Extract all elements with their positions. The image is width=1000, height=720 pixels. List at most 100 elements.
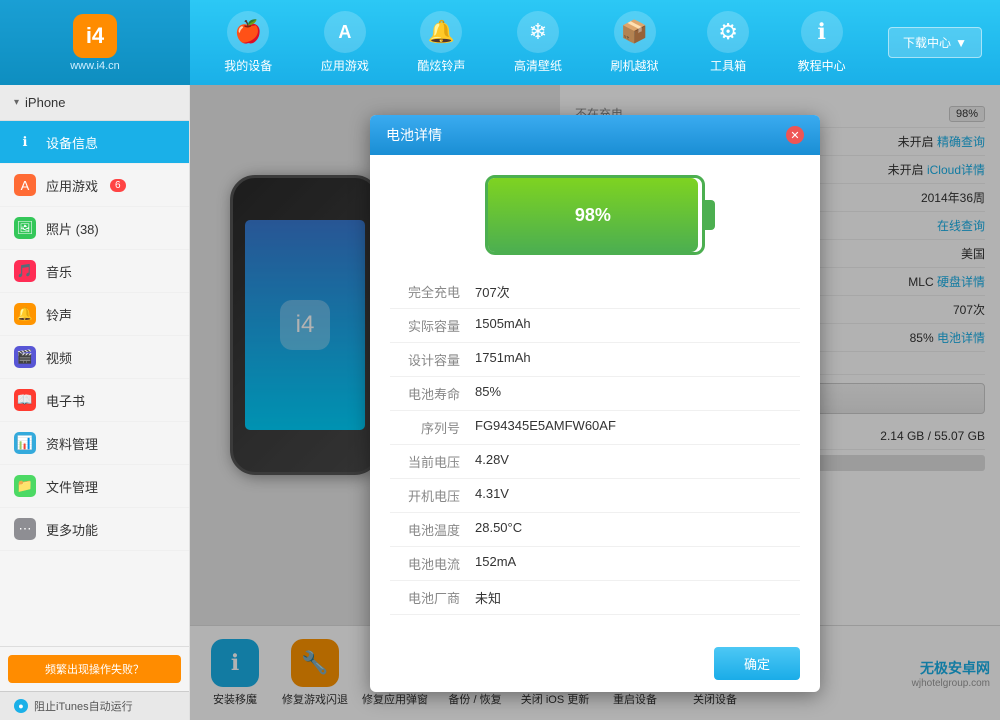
sidebar-item-data[interactable]: 📊 资料管理 — [0, 422, 189, 465]
nav-icon-tutorial: ℹ — [801, 11, 843, 53]
mfr-value: 未知 — [475, 588, 501, 607]
nav-icon-wallpaper: ❄ — [517, 11, 559, 53]
nav-label-tools: 工具箱 — [710, 57, 746, 74]
modal-overlay: 电池详情 ✕ 98% 完全充电 — [190, 85, 1000, 720]
nav-item-apps[interactable]: A 应用游戏 — [321, 11, 369, 74]
nav-icon-apps: A — [324, 11, 366, 53]
info-icon: ℹ — [14, 131, 36, 153]
sidebar-label-files: 文件管理 — [46, 477, 98, 496]
video-icon: 🎬 — [14, 346, 36, 368]
modal-footer: 确定 — [370, 635, 820, 692]
temp-label: 电池温度 — [395, 520, 475, 539]
ebook-icon: 📖 — [14, 389, 36, 411]
sidebar-label-apps: 应用游戏 — [46, 176, 98, 195]
nav-icon-tools: ⚙ — [707, 11, 749, 53]
nav-label-mydevice: 我的设备 — [224, 57, 272, 74]
modal-title: 电池详情 — [386, 125, 442, 145]
chevron-down-icon: ▾ — [14, 97, 19, 108]
modal-row-current: 电池电流 152mA — [390, 547, 800, 581]
logo-icon: i4 — [73, 14, 117, 58]
nav-label-jailbreak: 刷机越狱 — [611, 57, 659, 74]
header-right: 下载中心 ▼ — [880, 27, 1000, 58]
nav-label-wallpaper: 高清壁纸 — [514, 57, 562, 74]
battery-fill: 98% — [488, 178, 698, 252]
sidebar-menu: ℹ 设备信息 A 应用游戏 6 🖼 照片 (38) 🎵 音乐 🔔 铃声 🎬 — [0, 121, 189, 646]
sidebar-label-photos: 照片 (38) — [46, 219, 99, 238]
sidebar-item-photos[interactable]: 🖼 照片 (38) — [0, 207, 189, 250]
header: i4 www.i4.cn 🍎 我的设备 A 应用游戏 🔔 酷炫铃声 ❄ 高清壁纸… — [0, 0, 1000, 85]
download-icon: ▼ — [955, 36, 967, 50]
battery-outer: 98% — [485, 175, 705, 255]
photos-icon: 🖼 — [14, 217, 36, 239]
modal-row-design: 设计容量 1751mAh — [390, 343, 800, 377]
modal-row-voltage: 当前电压 4.28V — [390, 445, 800, 479]
modal-row-bootvoltage: 开机电压 4.31V — [390, 479, 800, 513]
nav-bar: 🍎 我的设备 A 应用游戏 🔔 酷炫铃声 ❄ 高清壁纸 📦 刷机越狱 ⚙ 工具箱… — [190, 0, 880, 85]
nav-label-apps: 应用游戏 — [321, 57, 369, 74]
sidebar-item-apps[interactable]: A 应用游戏 6 — [0, 164, 189, 207]
current-label: 电池电流 — [395, 554, 475, 573]
current-value: 152mA — [475, 554, 516, 573]
sidebar-item-music[interactable]: 🎵 音乐 — [0, 250, 189, 293]
main-container: ▾ iPhone ℹ 设备信息 A 应用游戏 6 🖼 照片 (38) 🎵 音乐 — [0, 85, 1000, 720]
sidebar-item-more[interactable]: ⋯ 更多功能 — [0, 508, 189, 551]
freq-btn[interactable]: 频繁出现操作失败？ — [8, 655, 181, 683]
sidebar-label-data: 资料管理 — [46, 434, 98, 453]
nav-item-tools[interactable]: ⚙ 工具箱 — [707, 11, 749, 74]
itunes-dot: ● — [14, 699, 28, 713]
sidebar: ▾ iPhone ℹ 设备信息 A 应用游戏 6 🖼 照片 (38) 🎵 音乐 — [0, 85, 190, 720]
battery-visual: 98% — [390, 175, 800, 255]
sidebar-item-deviceinfo[interactable]: ℹ 设备信息 — [0, 121, 189, 164]
download-button[interactable]: 下载中心 ▼ — [888, 27, 982, 58]
modal-header: 电池详情 ✕ — [370, 115, 820, 155]
actual-label: 实际容量 — [395, 316, 475, 335]
nav-item-wallpaper[interactable]: ❄ 高清壁纸 — [514, 11, 562, 74]
download-label: 下载中心 — [903, 34, 951, 51]
voltage-value: 4.28V — [475, 452, 509, 471]
nav-item-mydevice[interactable]: 🍎 我的设备 — [224, 11, 272, 74]
modal-body: 98% 完全充电 707次 实际容量 1505mAh — [370, 155, 820, 635]
nav-item-tutorial[interactable]: ℹ 教程中心 — [798, 11, 846, 74]
sidebar-item-files[interactable]: 📁 文件管理 — [0, 465, 189, 508]
sidebar-device-header: ▾ iPhone — [0, 85, 189, 121]
itunes-label: 阻止iTunes自动运行 — [34, 698, 133, 714]
sidebar-label-music: 音乐 — [46, 262, 72, 281]
battery-tip — [705, 200, 715, 230]
mfr-label: 电池厂商 — [395, 588, 475, 607]
ringtone-icon: 🔔 — [14, 303, 36, 325]
sidebar-item-ringtone[interactable]: 🔔 铃声 — [0, 293, 189, 336]
nav-item-ringtone[interactable]: 🔔 酷炫铃声 — [417, 11, 465, 74]
content-area: i4 不在充电 98% Apple ID锁 未开启 精确查询 iCloud 未开… — [190, 85, 1000, 720]
more-icon: ⋯ — [14, 518, 36, 540]
modal-row-serial: 序列号 FG94345E5AMFW60AF — [390, 411, 800, 445]
sidebar-item-video[interactable]: 🎬 视频 — [0, 336, 189, 379]
modal-close-button[interactable]: ✕ — [786, 126, 804, 144]
modal-table: 完全充电 707次 实际容量 1505mAh 设计容量 1751mAh 电池 — [390, 275, 800, 615]
life-value: 85% — [475, 384, 501, 403]
confirm-button[interactable]: 确定 — [714, 647, 800, 680]
modal-row-temp: 电池温度 28.50°C — [390, 513, 800, 547]
sidebar-bottom: 频繁出现操作失败？ — [0, 646, 189, 691]
nav-item-jailbreak[interactable]: 📦 刷机越狱 — [611, 11, 659, 74]
sidebar-label-deviceinfo: 设备信息 — [46, 133, 98, 152]
nav-label-ringtone: 酷炫铃声 — [417, 57, 465, 74]
apps-badge: 6 — [110, 179, 126, 192]
bootvoltage-label: 开机电压 — [395, 486, 475, 505]
sidebar-item-ebook[interactable]: 📖 电子书 — [0, 379, 189, 422]
modal-row-fullcharge: 完全充电 707次 — [390, 275, 800, 309]
sidebar-label-more: 更多功能 — [46, 520, 98, 539]
data-icon: 📊 — [14, 432, 36, 454]
actual-value: 1505mAh — [475, 316, 531, 335]
sidebar-label-video: 视频 — [46, 348, 72, 367]
logo-text: www.i4.cn — [70, 60, 120, 72]
sidebar-label-ebook: 电子书 — [46, 391, 85, 410]
bootvoltage-value: 4.31V — [475, 486, 509, 505]
sidebar-device-label: iPhone — [25, 95, 65, 110]
logo-area: i4 www.i4.cn — [0, 0, 190, 85]
fullcharge-label: 完全充电 — [395, 282, 475, 301]
battery-detail-modal: 电池详情 ✕ 98% 完全充电 — [370, 115, 820, 692]
serial-value: FG94345E5AMFW60AF — [475, 418, 616, 437]
nav-label-tutorial: 教程中心 — [798, 57, 846, 74]
modal-row-mfr: 电池厂商 未知 — [390, 581, 800, 615]
modal-row-life: 电池寿命 85% — [390, 377, 800, 411]
